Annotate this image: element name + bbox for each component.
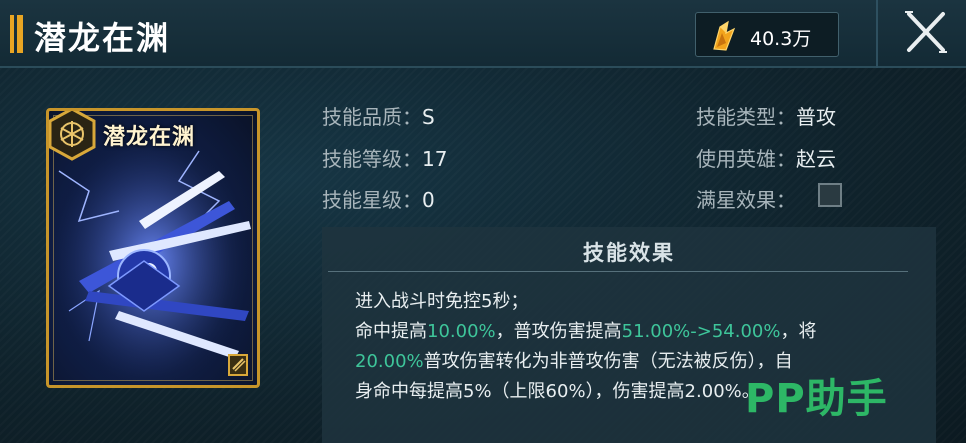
hero-label: 使用英雄： (696, 147, 796, 171)
skill-level-label: 技能等级： (322, 147, 422, 171)
hero-value: 赵云 (796, 147, 836, 171)
title-accent-icon (10, 15, 24, 53)
currency-display: 40.3万 (695, 12, 839, 57)
header-bar: 潜龙在渊 40.3万 (0, 0, 966, 68)
close-icon[interactable] (895, 6, 955, 60)
full-star-row: 满星效果： (696, 184, 796, 213)
skill-type-label: 技能类型： (696, 105, 796, 129)
skill-star-value: 0 (422, 188, 435, 212)
full-star-label: 满星效果： (696, 188, 796, 212)
skill-star-row: 技能星级：0 (322, 184, 435, 213)
effect-text: 普攻伤害转化为非普攻伤害（无法被反伤），自 (423, 351, 793, 372)
skill-emblem-icon (49, 111, 96, 161)
page-title: 潜龙在渊 (34, 19, 171, 57)
effect-text: ，将 (780, 321, 817, 342)
effect-highlight: 51.00%->54.00% (621, 321, 781, 342)
skill-card: 潜龙在渊 (46, 108, 260, 388)
hero-row: 使用英雄：赵云 (696, 143, 836, 172)
effect-divider (328, 271, 908, 272)
effect-line-2: 命中提高10.00%，普攻伤害提高51.00%->54.00%，将 (355, 317, 915, 347)
skill-quality-value: S (422, 105, 435, 129)
skill-type-row: 技能类型：普攻 (696, 101, 836, 130)
effect-text: 命中提高 (355, 321, 427, 342)
effect-highlight: 20.00% (355, 351, 424, 372)
full-star-effect-icon[interactable] (818, 183, 842, 207)
header-divider (876, 0, 878, 68)
card-tag-icon (228, 354, 248, 376)
currency-value: 40.3万 (750, 28, 812, 50)
watermark-logo: PP助手 (745, 376, 888, 422)
effect-text: ，普攻伤害提高 (495, 321, 622, 342)
skill-level-value: 17 (422, 147, 448, 171)
skill-quality-label: 技能品质： (322, 105, 422, 129)
skill-detail-panel: 潜龙在渊 40.3万 潜龙在渊 技能品质：S 技能等级：17 技能星级：0 技能… (0, 0, 966, 443)
card-title: 潜龙在渊 (103, 124, 196, 150)
effect-line-1: 进入战斗时免控5秒； (355, 291, 529, 312)
skill-level-row: 技能等级：17 (322, 143, 447, 172)
gold-crystal-icon (713, 20, 736, 51)
effect-title: 技能效果 (583, 241, 675, 265)
skill-type-value: 普攻 (796, 105, 836, 129)
skill-quality-row: 技能品质：S (322, 101, 435, 130)
effect-highlight: 10.00% (427, 321, 496, 342)
skill-star-label: 技能星级： (322, 188, 422, 212)
